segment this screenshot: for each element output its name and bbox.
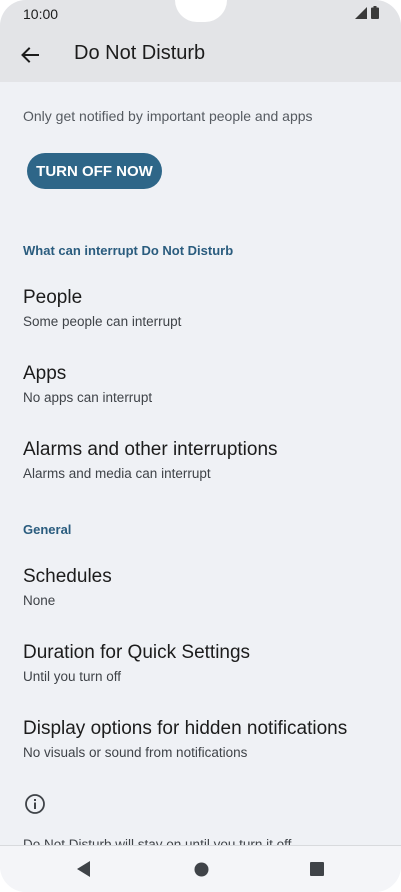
pref-duration-quick-settings[interactable]: Duration for Quick Settings Until you tu…: [0, 642, 401, 708]
turn-off-now-button[interactable]: TURN OFF NOW: [27, 153, 162, 189]
pref-apps[interactable]: Apps No apps can interrupt: [0, 363, 401, 429]
info-icon: [25, 794, 45, 814]
pref-title: Alarms and other interruptions: [23, 439, 278, 460]
section-header-interrupt: What can interrupt Do Not Disturb: [23, 243, 234, 258]
page-title: Do Not Disturb: [74, 42, 206, 64]
nav-recents-button[interactable]: [302, 854, 332, 884]
pref-summary: No apps can interrupt: [23, 390, 153, 405]
pref-title: Schedules: [23, 566, 112, 587]
pref-schedules[interactable]: Schedules None: [0, 566, 401, 632]
recents-square-icon: [310, 862, 324, 876]
settings-content[interactable]: Only get notified by important people an…: [0, 82, 401, 846]
pref-display-hidden-notifications[interactable]: Display options for hidden notifications…: [0, 718, 401, 784]
intro-text: Only get notified by important people an…: [23, 108, 313, 124]
signal-icon: [355, 6, 367, 19]
pref-title: People: [23, 287, 83, 308]
pref-title: Duration for Quick Settings: [23, 642, 251, 663]
pref-summary: Some people can interrupt: [23, 314, 182, 329]
nav-home-button[interactable]: [186, 854, 216, 884]
status-bar: 10:00: [0, 0, 401, 28]
pref-title: Apps: [23, 363, 67, 384]
battery-icon: [371, 6, 379, 19]
app-bar: Do Not Disturb: [0, 28, 401, 82]
camera-notch: [175, 0, 227, 22]
status-time: 10:00: [23, 6, 59, 22]
nav-back-button[interactable]: [69, 854, 99, 884]
pref-summary: Until you turn off: [23, 669, 122, 684]
arrow-back-icon: [21, 47, 39, 63]
pref-summary: None: [23, 593, 56, 608]
home-circle-icon: [194, 862, 208, 876]
pref-alarms-other-interruptions[interactable]: Alarms and other interruptions Alarms an…: [0, 439, 401, 505]
pref-title: Display options for hidden notifications: [23, 718, 348, 739]
pref-summary: No visuals or sound from notifications: [23, 745, 248, 760]
phone-screen: 10:00 Do Not Disturb Only get notified b…: [0, 0, 401, 892]
back-button[interactable]: [12, 37, 48, 73]
section-header-general: General: [23, 522, 72, 537]
status-icons: [355, 6, 379, 19]
pref-summary: Alarms and media can interrupt: [23, 466, 211, 481]
back-triangle-icon: [77, 861, 90, 877]
navigation-bar: [0, 845, 401, 892]
pref-people[interactable]: People Some people can interrupt: [0, 287, 401, 353]
